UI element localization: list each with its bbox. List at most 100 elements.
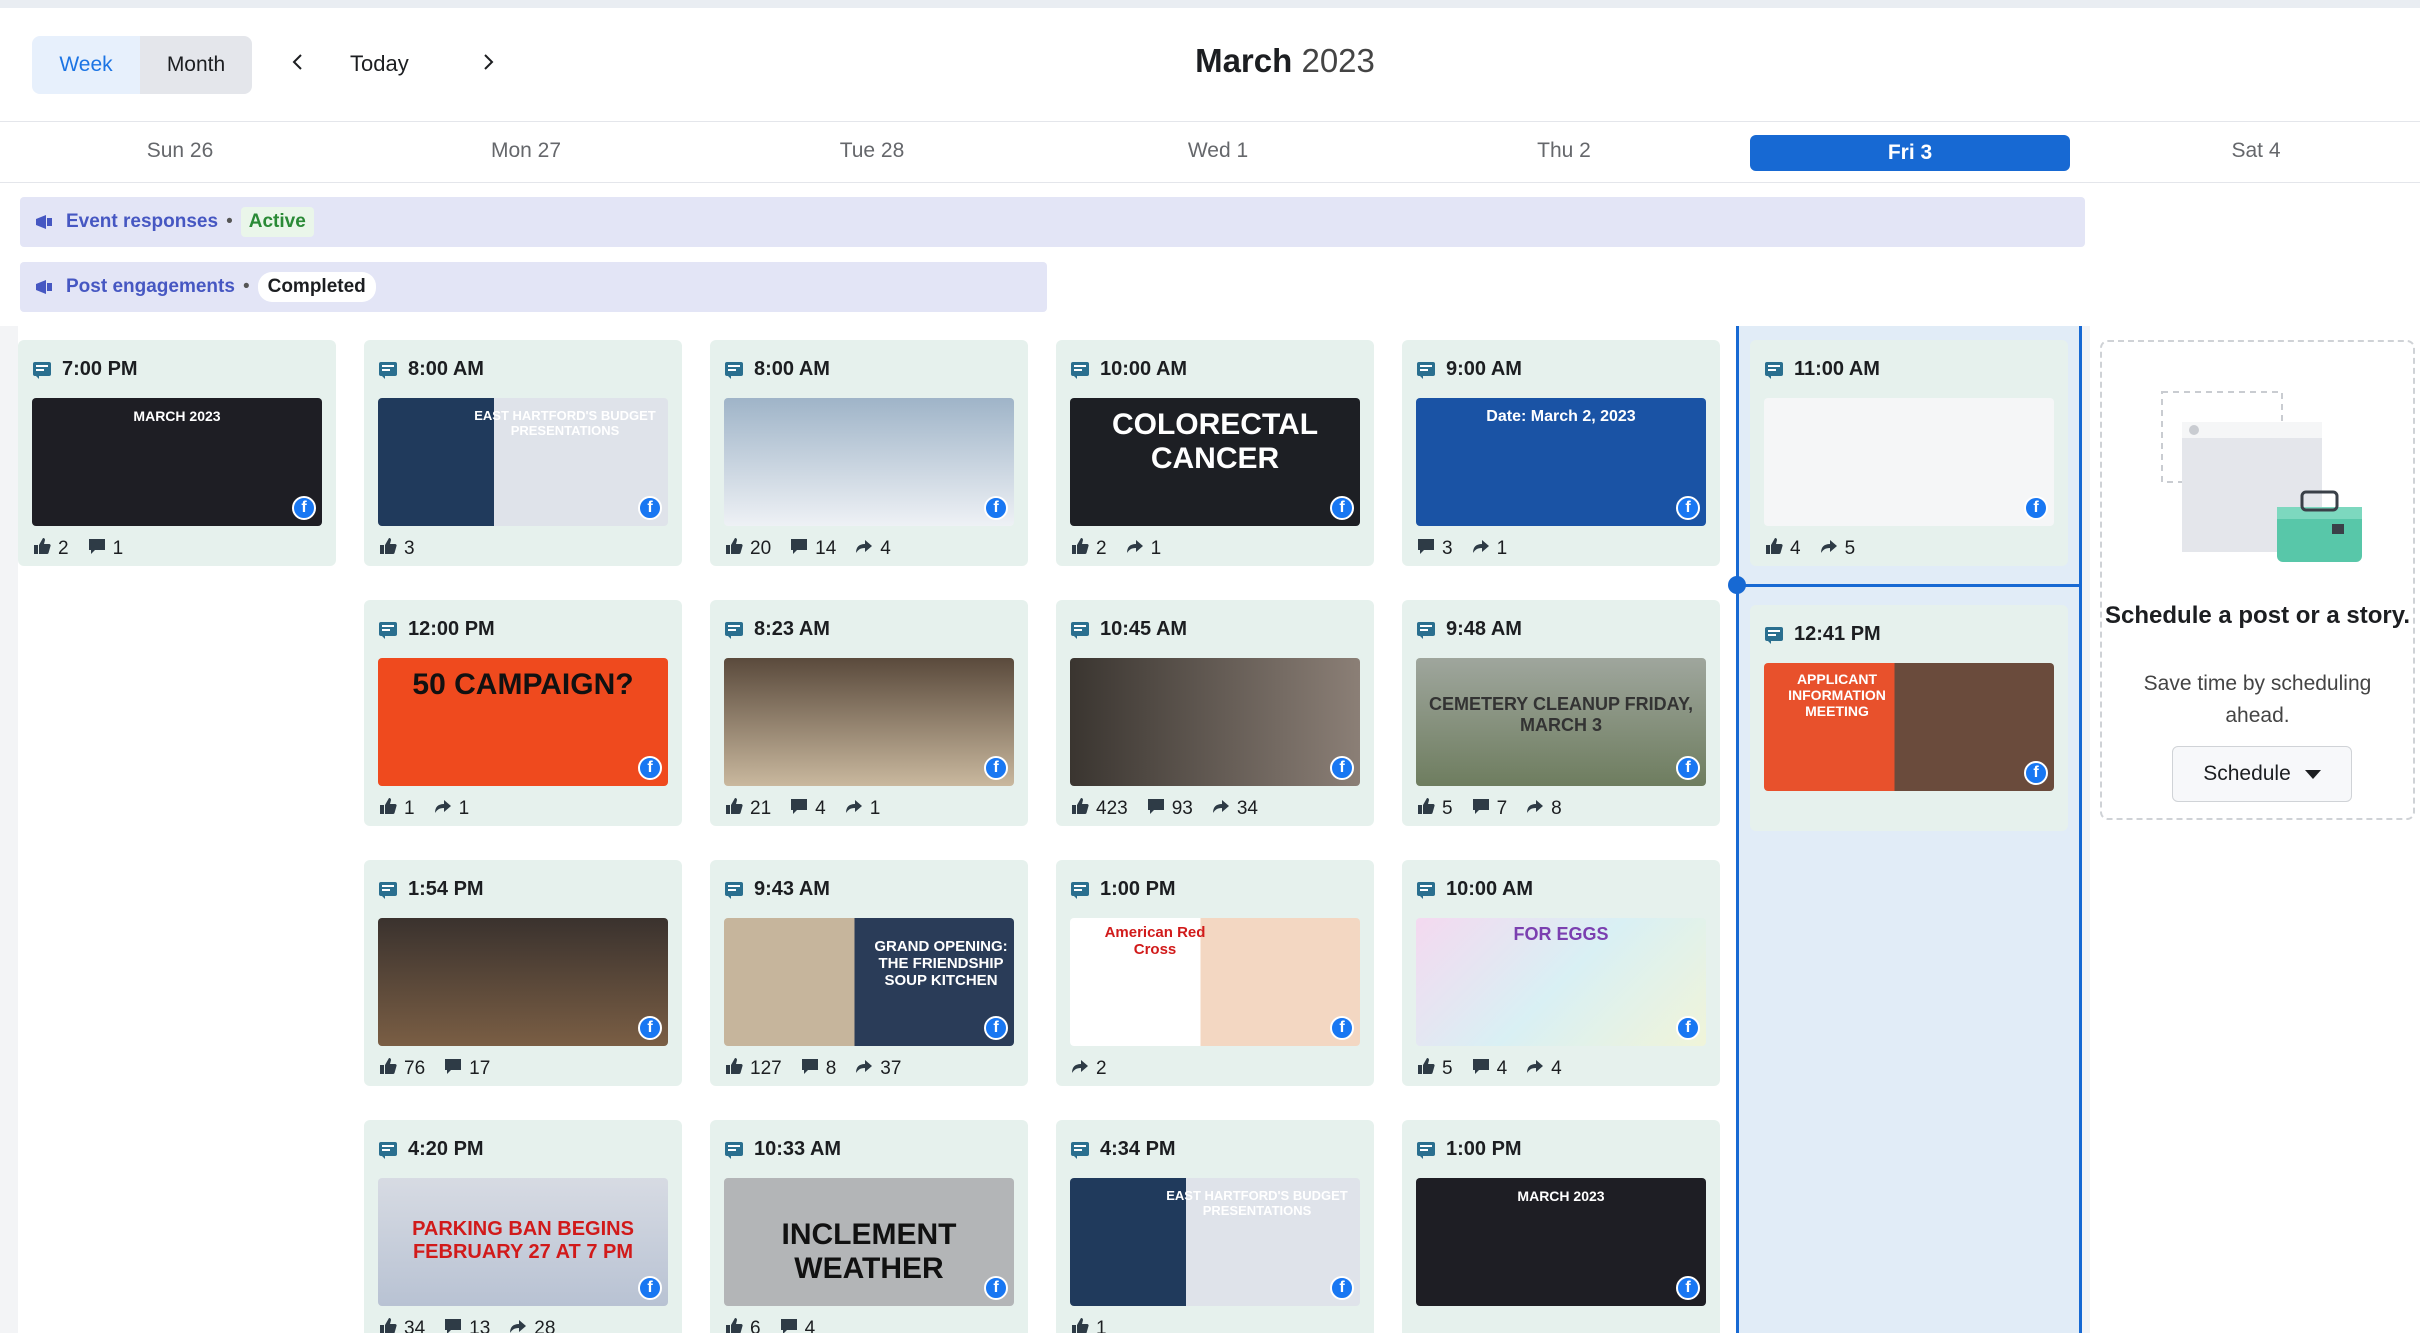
- thumbnail-text: FOR EGGS: [1513, 924, 1609, 944]
- post-time-label: 11:00 AM: [1794, 358, 1880, 380]
- post-thumbnail[interactable]: CEMETERY CLEANUP FRIDAY, MARCH 3 f: [1416, 658, 1706, 786]
- likes-stat: 1: [1070, 1316, 1107, 1333]
- post-thumbnail[interactable]: EAST HARTFORD'S BUDGET PRESENTATIONS f: [378, 398, 668, 526]
- post-card[interactable]: 9:43 AM GRAND OPENING: THE FRIENDSHIP SOU…: [710, 860, 1028, 1086]
- schedule-button[interactable]: Schedule: [2172, 746, 2352, 802]
- post-thumbnail[interactable]: MARCH 2023 f: [32, 398, 322, 526]
- post-card[interactable]: 10:33 AM INCLEMENT WEATHER f 6 4: [710, 1120, 1028, 1333]
- chevron-left-icon[interactable]: [280, 44, 316, 80]
- shares-stat: 34: [1211, 796, 1258, 822]
- megaphone-icon: [36, 280, 52, 294]
- post-thumbnail[interactable]: f: [1070, 658, 1360, 786]
- post-icon: [725, 361, 743, 379]
- facebook-icon: f: [638, 1016, 662, 1040]
- post-thumbnail[interactable]: PARKING BAN BEGINS FEBRUARY 27 AT 7 PM f: [378, 1178, 668, 1306]
- shares-count: 1: [458, 798, 470, 819]
- post-time-label: 8:00 AM: [754, 358, 830, 380]
- day-label-thu: Thu 2: [1537, 139, 1591, 162]
- post-stats: 20 14 4: [724, 536, 909, 562]
- post-stats: 423 93 34: [1070, 796, 1276, 822]
- post-time: 1:00 PM: [1070, 878, 1176, 901]
- post-thumbnail[interactable]: INCLEMENT WEATHER f: [724, 1178, 1014, 1306]
- post-card[interactable]: 1:54 PM f 76 17: [364, 860, 682, 1086]
- post-icon: [1417, 1141, 1435, 1159]
- post-icon: [1071, 1141, 1089, 1159]
- post-card[interactable]: 8:00 AM EAST HARTFORD'S BUDGET PRESENTATI…: [364, 340, 682, 566]
- post-card[interactable]: 7:00 PM MARCH 2023 f 2 1: [18, 340, 336, 566]
- post-thumbnail[interactable]: 50 CAMPAIGN? f: [378, 658, 668, 786]
- post-card[interactable]: 8:00 AM f 20 14 4: [710, 340, 1028, 566]
- post-thumbnail[interactable]: f: [724, 398, 1014, 526]
- shares-count: 28: [534, 1318, 556, 1333]
- post-card[interactable]: 9:48 AM CEMETERY CLEANUP FRIDAY, MARCH 3 f…: [1402, 600, 1720, 826]
- post-card[interactable]: 4:34 PM EAST HARTFORD'S BUDGET PRESENTATI…: [1056, 1120, 1374, 1333]
- post-card[interactable]: 12:00 PM 50 CAMPAIGN? f 1 1: [364, 600, 682, 826]
- post-thumbnail[interactable]: EAST HARTFORD'S BUDGET PRESENTATIONS f: [1070, 1178, 1360, 1306]
- post-thumbnail[interactable]: APPLICANT INFORMATION MEETING f: [1764, 663, 2054, 791]
- post-thumbnail[interactable]: American Red Cross f: [1070, 918, 1360, 1046]
- post-card[interactable]: 10:00 AM COLORECTAL CANCER f 2 1: [1056, 340, 1374, 566]
- post-card[interactable]: 1:00 PM American Red Cross f 2: [1056, 860, 1374, 1086]
- like-icon: [378, 536, 404, 562]
- post-card[interactable]: 11:00 AM f 4 5: [1750, 340, 2068, 566]
- campaign-bar-event-responses[interactable]: Event responses • Active: [20, 197, 2085, 247]
- post-thumbnail[interactable]: FOR EGGS f: [1416, 918, 1706, 1046]
- month-view-button[interactable]: Month: [140, 36, 252, 94]
- view-toggle: Week Month: [32, 36, 252, 94]
- calendar-illustration-icon: [2161, 391, 2362, 562]
- post-icon: [379, 881, 397, 899]
- shares-stat: 1: [844, 796, 880, 822]
- like-icon: [378, 1316, 404, 1333]
- like-icon: [32, 536, 58, 562]
- share-icon: [1525, 796, 1551, 822]
- like-icon: [724, 1316, 750, 1333]
- campaign-bar-post-engagements[interactable]: Post engagements • Completed: [20, 262, 1047, 312]
- thumbnail-text: Date: March 2, 2023: [1486, 408, 1636, 425]
- chevron-right-icon[interactable]: [470, 44, 506, 80]
- share-icon: [1211, 796, 1237, 822]
- shares-count: 4: [1551, 1058, 1562, 1079]
- post-card[interactable]: 1:00 PM MARCH 2023 f: [1402, 1120, 1720, 1333]
- post-stats: 2: [1070, 1056, 1125, 1082]
- share-icon: [854, 536, 880, 562]
- post-card[interactable]: 9:00 AM Date: March 2, 2023 f 3 1: [1402, 340, 1720, 566]
- shares-stat: 8: [1525, 796, 1562, 822]
- comments-stat: 17: [443, 1056, 490, 1082]
- comments-stat: 4: [789, 796, 826, 822]
- post-time-label: 12:00 PM: [408, 618, 495, 640]
- campaign-name: Event responses: [66, 211, 219, 232]
- post-time: 10:33 AM: [724, 1138, 841, 1161]
- facebook-icon: f: [1330, 1276, 1354, 1300]
- likes-stat: 34: [378, 1316, 425, 1333]
- like-icon: [1416, 796, 1442, 822]
- post-icon: [379, 1141, 397, 1159]
- post-time-label: 4:34 PM: [1100, 1138, 1176, 1160]
- post-thumbnail[interactable]: f: [1764, 398, 2054, 526]
- week-view-button[interactable]: Week: [32, 36, 140, 94]
- post-thumbnail[interactable]: f: [724, 658, 1014, 786]
- post-icon: [379, 621, 397, 639]
- post-icon: [1071, 881, 1089, 899]
- like-icon: [378, 796, 404, 822]
- post-thumbnail[interactable]: MARCH 2023 f: [1416, 1178, 1706, 1306]
- post-card[interactable]: 10:00 AM FOR EGGS f 5 4 4: [1402, 860, 1720, 1086]
- post-thumbnail[interactable]: Date: March 2, 2023 f: [1416, 398, 1706, 526]
- facebook-icon: f: [1676, 1276, 1700, 1300]
- post-card[interactable]: 10:45 AM f 423 93 34: [1056, 600, 1374, 826]
- post-card[interactable]: 12:41 PM APPLICANT INFORMATION MEETING f: [1750, 605, 2068, 831]
- today-button[interactable]: Today: [350, 44, 409, 84]
- likes-stat: 423: [1070, 796, 1128, 822]
- post-thumbnail[interactable]: COLORECTAL CANCER f: [1070, 398, 1360, 526]
- comment-icon: [1416, 536, 1442, 562]
- post-time: 1:54 PM: [378, 878, 484, 901]
- post-thumbnail[interactable]: f: [378, 918, 668, 1046]
- post-icon: [725, 881, 743, 899]
- post-thumbnail[interactable]: GRAND OPENING: THE FRIENDSHIP SOUP KITCH…: [724, 918, 1014, 1046]
- comments-stat: 3: [1416, 536, 1453, 562]
- post-card[interactable]: 8:23 AM f 21 4 1: [710, 600, 1028, 826]
- day-label-sat: Sat 4: [2231, 139, 2281, 162]
- thumbnail-text: EAST HARTFORD'S BUDGET PRESENTATIONS: [474, 408, 656, 438]
- likes-count: 3: [404, 538, 415, 559]
- post-card[interactable]: 4:20 PM PARKING BAN BEGINS FEBRUARY 27 AT…: [364, 1120, 682, 1333]
- like-icon: [1070, 1316, 1096, 1333]
